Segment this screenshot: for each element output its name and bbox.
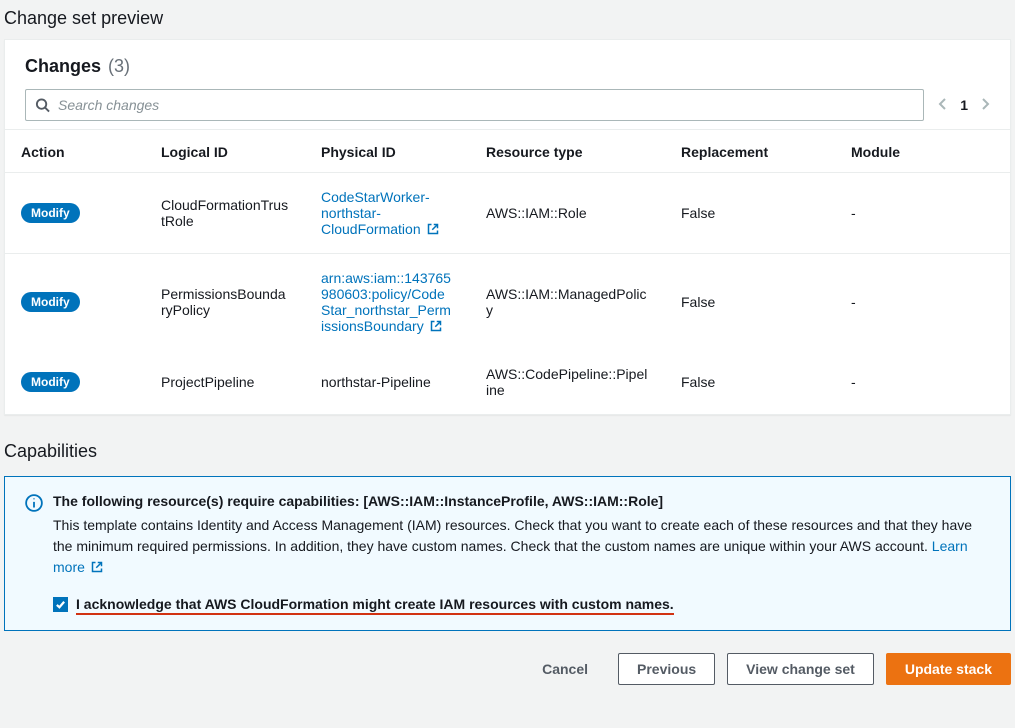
col-logical[interactable]: Logical ID (145, 130, 305, 173)
update-stack-button[interactable]: Update stack (886, 653, 1011, 685)
cell-resource: AWS::CodePipeline::Pipeline (470, 350, 665, 414)
changes-heading: Changes (3) (25, 56, 130, 77)
pager-next[interactable] (980, 97, 990, 114)
check-icon (55, 599, 66, 610)
action-badge: Modify (21, 203, 80, 223)
chevron-right-icon (980, 97, 990, 111)
search-icon (35, 98, 50, 113)
view-change-set-button[interactable]: View change set (727, 653, 874, 685)
page-title: Change set preview (4, 8, 1011, 29)
cell-physical: northstar-Pipeline (305, 350, 470, 414)
external-link-icon (91, 561, 103, 573)
action-badge: Modify (21, 292, 80, 312)
capabilities-info-box: The following resource(s) require capabi… (4, 476, 1011, 631)
pager-prev[interactable] (938, 97, 948, 114)
chevron-left-icon (938, 97, 948, 111)
capabilities-title: Capabilities (4, 441, 1011, 462)
search-wrap (25, 89, 924, 121)
cell-logical: ProjectPipeline (145, 350, 305, 414)
info-title: The following resource(s) require capabi… (53, 493, 990, 509)
cell-logical: PermissionsBoundaryPolicy (145, 254, 305, 351)
changes-table: Action Logical ID Physical ID Resource t… (5, 129, 1010, 414)
search-input[interactable] (25, 89, 924, 121)
col-action[interactable]: Action (5, 130, 145, 173)
changes-panel: Changes (3) 1 (4, 39, 1011, 415)
footer-buttons: Cancel Previous View change set Update s… (4, 653, 1011, 685)
cell-replacement: False (665, 173, 835, 254)
external-link-icon (430, 320, 442, 332)
col-replacement[interactable]: Replacement (665, 130, 835, 173)
cell-module: - (835, 254, 1010, 351)
cell-logical: CloudFormationTrustRole (145, 173, 305, 254)
changes-heading-text: Changes (25, 56, 101, 76)
col-module[interactable]: Module (835, 130, 1010, 173)
col-physical[interactable]: Physical ID (305, 130, 470, 173)
physical-link[interactable]: CodeStarWorker-northstar-CloudFormation (321, 189, 439, 237)
table-row: Modify ProjectPipeline northstar-Pipelin… (5, 350, 1010, 414)
info-body-text: This template contains Identity and Acce… (53, 517, 972, 554)
cell-replacement: False (665, 350, 835, 414)
changes-count: (3) (108, 56, 130, 76)
pager: 1 (938, 97, 990, 114)
pager-current: 1 (960, 97, 968, 113)
cell-resource: AWS::IAM::ManagedPolicy (470, 254, 665, 351)
physical-link[interactable]: arn:aws:iam::143765980603:policy/CodeSta… (321, 270, 451, 334)
col-resource[interactable]: Resource type (470, 130, 665, 173)
cancel-button[interactable]: Cancel (524, 653, 606, 685)
table-row: Modify PermissionsBoundaryPolicy arn:aws… (5, 254, 1010, 351)
action-badge: Modify (21, 372, 80, 392)
ack-checkbox[interactable] (53, 597, 68, 612)
cell-replacement: False (665, 254, 835, 351)
cell-module: - (835, 173, 1010, 254)
previous-button[interactable]: Previous (618, 653, 715, 685)
table-row: Modify CloudFormationTrustRole CodeStarW… (5, 173, 1010, 254)
info-body: This template contains Identity and Acce… (53, 515, 990, 578)
cell-resource: AWS::IAM::Role (470, 173, 665, 254)
external-link-icon (427, 223, 439, 235)
ack-label[interactable]: I acknowledge that AWS CloudFormation mi… (76, 596, 674, 615)
info-icon (25, 494, 43, 512)
cell-module: - (835, 350, 1010, 414)
physical-link-text: CodeStarWorker-northstar-CloudFormation (321, 189, 430, 237)
